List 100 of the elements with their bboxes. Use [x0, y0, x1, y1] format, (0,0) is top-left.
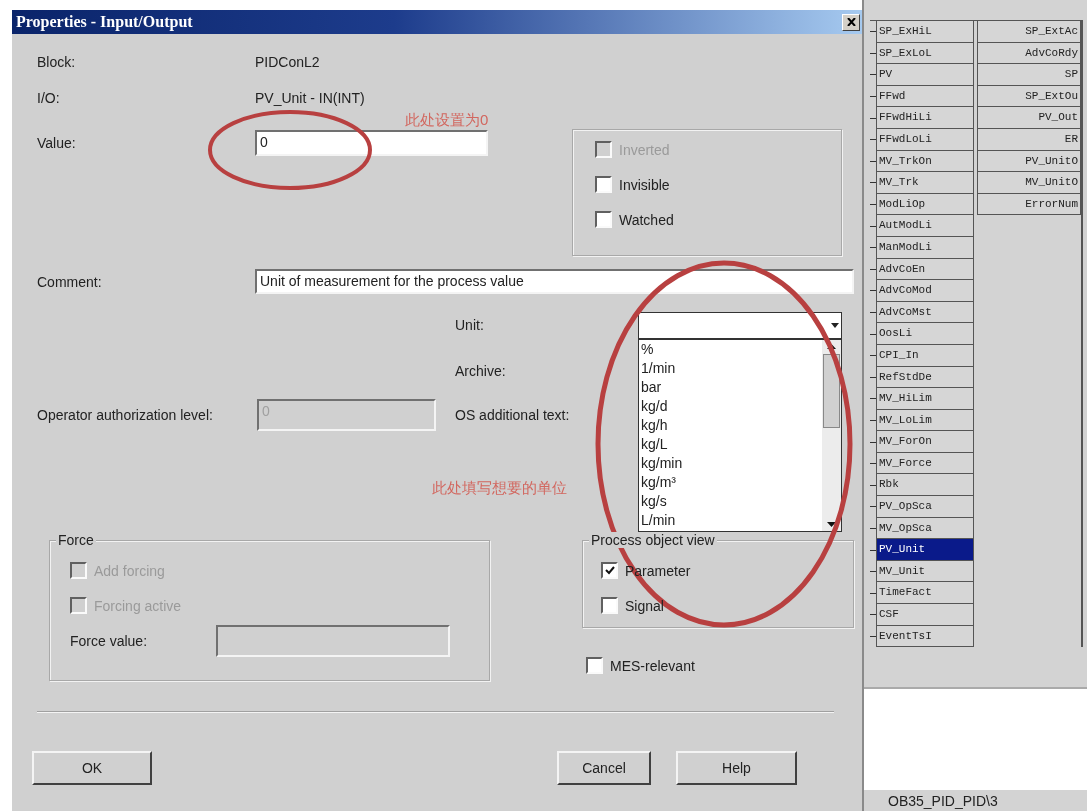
list-item[interactable]: kg/min	[641, 454, 822, 473]
field-label: Block:	[37, 54, 77, 70]
pin-label[interactable]: PV_Unit	[876, 539, 974, 561]
window-title: Properties - Input/Output	[16, 13, 193, 31]
cancel-button[interactable]: Cancel	[557, 751, 651, 785]
pin-label[interactable]: AdvCoRdy	[977, 42, 1081, 65]
help-button[interactable]: Help	[676, 751, 797, 785]
pin-label[interactable]: SP_ExtAc	[977, 21, 1081, 43]
pin-label[interactable]: MV_Unit	[876, 560, 974, 583]
pin-line	[870, 96, 876, 98]
pin-label[interactable]: PV_OpSca	[876, 496, 974, 518]
pin-line	[870, 333, 876, 335]
pin-label[interactable]: FFwdHiLi	[876, 107, 974, 129]
checkbox[interactable]	[586, 657, 603, 674]
field-label: Force value:	[70, 633, 149, 649]
pin-line	[870, 268, 876, 270]
pin-label[interactable]: AdvCoMst	[876, 301, 974, 324]
pin-label[interactable]: CSF	[876, 604, 974, 626]
pin-label[interactable]: ER	[977, 128, 1081, 151]
pin-label[interactable]: MV_OpSca	[876, 517, 974, 540]
pin-line	[870, 506, 876, 508]
annotation-text: 此处设置为0	[405, 110, 489, 130]
checkbox-label: MES-relevant	[610, 657, 695, 674]
pin-line	[870, 355, 876, 357]
pin-label[interactable]: CPI_In	[876, 344, 974, 367]
annotation-text: 此处填写想要的单位	[432, 479, 567, 498]
list-item[interactable]: kg/m³	[641, 473, 822, 492]
unit-dropdown[interactable]	[638, 312, 842, 339]
close-button[interactable]	[842, 13, 860, 31]
pin-line	[870, 527, 876, 529]
pin-label[interactable]: EventTsI	[876, 625, 974, 648]
pin-label[interactable]: RefStdDe	[876, 366, 974, 389]
pin-label[interactable]: MV_Trk	[876, 172, 974, 194]
pin-line	[870, 571, 876, 573]
pin-line	[870, 398, 876, 400]
list-item[interactable]: kg/d	[641, 397, 822, 416]
field-value: PIDConL2	[255, 54, 320, 70]
list-item[interactable]: kg/L	[641, 435, 822, 454]
scroll-thumb[interactable]	[823, 354, 840, 428]
pin-line	[870, 52, 876, 54]
checkbox[interactable]	[595, 211, 612, 228]
pin-label[interactable]: OosLi	[876, 323, 974, 345]
list-item[interactable]: 1/min	[641, 359, 822, 378]
scrollbar[interactable]	[822, 340, 841, 531]
pin-line	[870, 290, 876, 292]
pin-label[interactable]: Rbk	[876, 474, 974, 497]
pin-label[interactable]: MV_Force	[876, 452, 974, 475]
checkbox[interactable]	[595, 176, 612, 193]
list-item[interactable]: bar	[641, 378, 822, 397]
pin-line	[870, 74, 876, 76]
pin-label[interactable]: MV_UnitO	[977, 172, 1081, 194]
list-item[interactable]: kg/s	[641, 492, 822, 511]
pin-label[interactable]: AdvCoMod	[876, 280, 974, 302]
pin-line	[870, 484, 876, 486]
list-item[interactable]: kg/h	[641, 416, 822, 435]
pin-label[interactable]: SP	[977, 64, 1081, 86]
pin-label[interactable]: SP_ExHiL	[876, 21, 974, 43]
checkbox[interactable]	[601, 597, 618, 614]
field-label: Unit:	[455, 317, 484, 333]
pin-label[interactable]: MV_LoLim	[876, 409, 974, 432]
pin-line	[870, 420, 876, 421]
pin-label[interactable]: ErrorNum	[977, 193, 1081, 216]
field-label: Archive:	[455, 363, 506, 379]
pin-line	[870, 635, 876, 637]
status-text: OB35_PID_PID\3	[888, 792, 998, 809]
list-item[interactable]: %	[641, 340, 822, 359]
comment-field[interactable]: Unit of measurement for the process value	[255, 269, 854, 294]
pin-label[interactable]: PV_UnitO	[977, 150, 1081, 173]
pin-label[interactable]: TimeFact	[876, 582, 974, 605]
pin-label[interactable]: MV_TrkOn	[876, 150, 974, 173]
pin-label[interactable]: AutModLi	[876, 215, 974, 237]
field-label: Operator authorization level:	[37, 407, 214, 423]
pin-label[interactable]: ModLiOp	[876, 193, 974, 216]
pin-line	[870, 139, 876, 141]
pin-line	[870, 592, 876, 594]
pin-label[interactable]: MV_ForOn	[876, 431, 974, 453]
pin-label[interactable]: SP_ExLoL	[876, 42, 974, 65]
ok-button[interactable]: OK	[32, 751, 152, 785]
pin-label[interactable]: ManModLi	[876, 236, 974, 259]
group-title: Force	[56, 532, 96, 548]
field-label: OS additional text:	[455, 407, 570, 423]
list-item[interactable]: L/min	[641, 511, 822, 530]
pin-label[interactable]: PV	[876, 64, 974, 86]
checkbox-label: Signal	[625, 597, 664, 614]
pin-label[interactable]: PV_Out	[977, 107, 1081, 129]
pin-line	[870, 549, 876, 551]
pin-label[interactable]: SP_ExtOu	[977, 85, 1081, 108]
field-label: Comment:	[37, 273, 103, 290]
checkbox-label: Invisible	[619, 176, 670, 193]
value-field[interactable]: 0	[255, 130, 488, 156]
pin-label[interactable]: FFwd	[876, 85, 974, 108]
pin-line	[870, 614, 876, 616]
pin-label[interactable]: MV_HiLim	[876, 388, 974, 410]
field-label: I/O:	[37, 90, 61, 106]
pin-label[interactable]: FFwdLoLi	[876, 128, 974, 151]
pin-label[interactable]: AdvCoEn	[876, 258, 974, 281]
pin-line	[870, 247, 876, 249]
field-label: Value:	[37, 135, 77, 151]
pin-line	[870, 225, 876, 227]
checkbox[interactable]	[601, 562, 618, 579]
